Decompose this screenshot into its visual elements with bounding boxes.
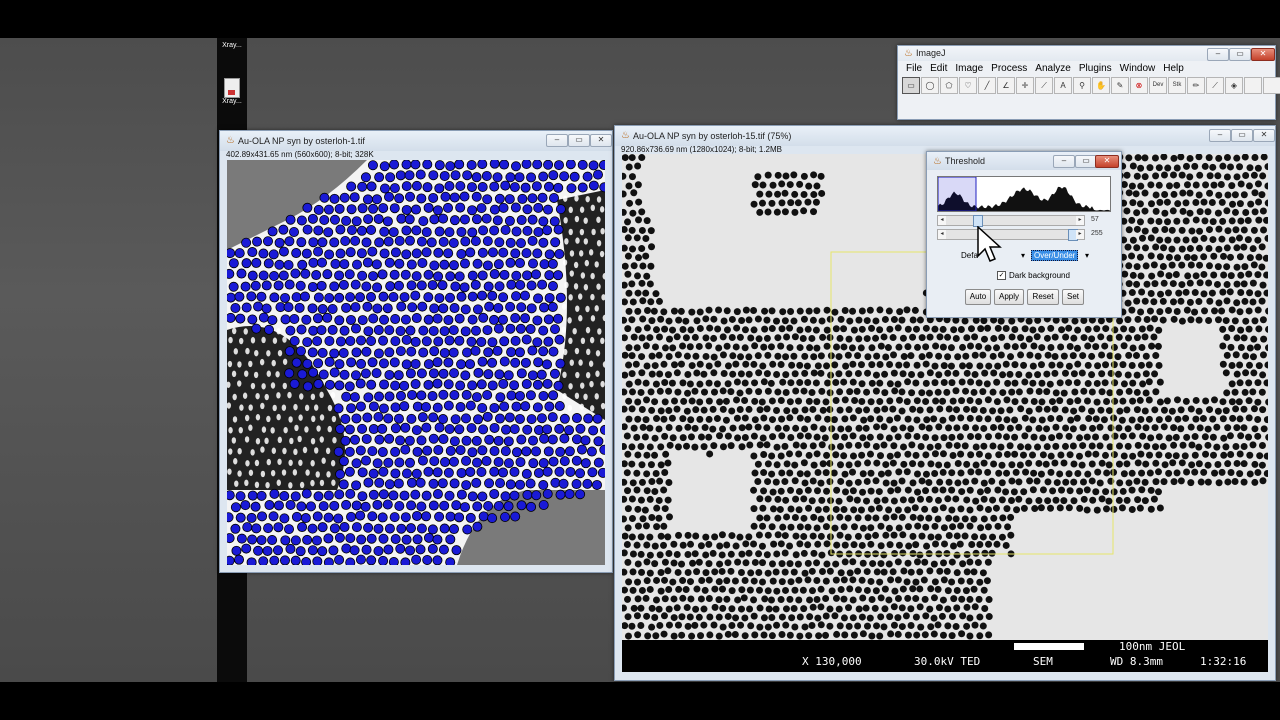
mode-text: SEM [1033, 655, 1053, 668]
flood-fill-tool-icon[interactable]: ◈ [1225, 77, 1243, 94]
close-button[interactable]: ✕ [1095, 155, 1119, 168]
brush-tool-icon[interactable]: ⟋ [1206, 77, 1224, 94]
stk-tool-icon[interactable]: Stk [1168, 77, 1186, 94]
imagej-main-window[interactable]: ♨ ImageJ – ▭ ✕ File Edit Image Process Analy… [897, 45, 1280, 120]
max-threshold-slider[interactable]: ◂ ▸ [937, 229, 1085, 241]
image-window-osterloh-1[interactable]: ♨ Au-OLA NP syn by osterloh-1.tif – ▭ ✕ … [219, 130, 613, 573]
window-title: ImageJ [916, 48, 946, 58]
menu-item-process[interactable]: Process [987, 62, 1031, 76]
min-threshold-value: 57 [1091, 216, 1099, 223]
set-button[interactable]: Set [1062, 289, 1084, 305]
hand-tool-icon[interactable]: ✋ [1092, 77, 1110, 94]
menu-item-edit[interactable]: Edit [926, 62, 951, 76]
menu-item-help[interactable]: Help [1159, 62, 1188, 76]
slider-left-arrow-icon[interactable]: ◂ [938, 230, 946, 239]
dev-tool-icon[interactable]: Dev [1149, 77, 1167, 94]
auto-button[interactable]: Auto [965, 289, 991, 305]
tool-bar: ▭◯⬠♡╱∠✛⟋A⚲✋✎⊗DevStk✏⟋◈» [902, 77, 1280, 94]
histogram-bars [937, 176, 1110, 212]
line-tool-icon[interactable]: ╱ [978, 77, 996, 94]
empty-tool-1[interactable] [1244, 77, 1262, 94]
text-tool-icon[interactable]: A [1054, 77, 1072, 94]
histogram-threshold-range [937, 176, 977, 212]
window-title: Au-OLA NP syn by osterloh-15.tif (75%) [633, 131, 792, 141]
voltage-text: 30.0kV TED [914, 655, 981, 668]
image-info: 920.86x736.69 nm (1280x1024); 8-bit; 1.2… [621, 145, 782, 154]
mouse-cursor-icon [977, 226, 1002, 262]
time-text: 1:32:16 [1200, 655, 1247, 668]
close-button[interactable]: ✕ [590, 134, 612, 147]
thresholded-image-canvas[interactable] [227, 160, 605, 565]
mode-dropdown[interactable]: Over/Under ▾ [1031, 250, 1089, 262]
window-title: Au-OLA NP syn by osterloh-1.tif [238, 136, 365, 146]
wand-tool-icon[interactable]: ⟋ [1035, 77, 1053, 94]
pencil-tool-icon[interactable]: ✏ [1187, 77, 1205, 94]
dark-background-label: Dark background [1009, 271, 1070, 280]
mode-value: Over/Under [1031, 250, 1079, 261]
dark-background-checkbox[interactable]: ✓ Dark background [997, 271, 1070, 280]
freehand-tool-icon[interactable]: ♡ [959, 77, 977, 94]
minimize-button[interactable]: – [1053, 155, 1075, 168]
thresholded-image [227, 160, 605, 565]
histogram-plot [937, 176, 1110, 212]
menu-item-plugins[interactable]: Plugins [1075, 62, 1116, 76]
dropper-tool-icon[interactable]: ✎ [1111, 77, 1129, 94]
close-button[interactable]: ✕ [1251, 48, 1275, 61]
reset-button[interactable]: Reset [1027, 289, 1059, 305]
minimize-button[interactable]: – [546, 134, 568, 147]
menu-item-image[interactable]: Image [951, 62, 987, 76]
imagej-titlebar[interactable]: ♨ ImageJ – ▭ ✕ [898, 46, 1275, 61]
slider-left-arrow-icon[interactable]: ◂ [938, 216, 946, 225]
threshold-dialog[interactable]: ♨ Threshold – ▭ ✕ ◂ ▸ 57 ◂ ▸ 255 Defa ▾ … [926, 151, 1122, 318]
menu-item-window[interactable]: Window [1116, 62, 1160, 76]
desktop-icon-xray-1[interactable]: Xray... [219, 42, 245, 70]
desktop-icon-label: Xray... [222, 42, 242, 49]
maximize-button[interactable]: ▭ [1229, 48, 1251, 61]
oval-tool-icon[interactable]: ◯ [921, 77, 939, 94]
menu-item-file[interactable]: File [902, 62, 926, 76]
slider-right-arrow-icon[interactable]: ▸ [1076, 216, 1084, 225]
apply-button[interactable]: Apply [994, 289, 1024, 305]
magnifier-tool-icon[interactable]: ⚲ [1073, 77, 1091, 94]
desktop-icon-label: Xray... [222, 98, 242, 105]
empty-tool-2[interactable] [1263, 77, 1280, 94]
java-cup-icon: ♨ [621, 130, 630, 141]
angle-tool-icon[interactable]: ∠ [997, 77, 1015, 94]
close-button[interactable]: ✕ [1253, 129, 1275, 142]
minimize-button[interactable]: – [1207, 48, 1229, 61]
magnification-text: X 130,000 [802, 655, 862, 668]
desktop-icon-xray-2[interactable]: Xray... [219, 78, 245, 106]
rectangle-tool-icon[interactable]: ▭ [902, 77, 920, 94]
pdf-file-icon [224, 78, 240, 98]
point-tool-icon[interactable]: ✛ [1016, 77, 1034, 94]
image-window-titlebar[interactable]: ♨ Au-OLA NP syn by osterloh-15.tif (75%)… [615, 126, 1275, 146]
stop-tool-icon[interactable]: ⊗ [1130, 77, 1148, 94]
chevron-down-icon: ▾ [1020, 251, 1025, 260]
working-distance-text: WD 8.3mm [1110, 655, 1163, 668]
maximize-button[interactable]: ▭ [568, 134, 590, 147]
polygon-tool-icon[interactable]: ⬠ [940, 77, 958, 94]
scale-bar [1014, 643, 1084, 650]
maximize-button[interactable]: ▭ [1231, 129, 1253, 142]
java-cup-icon: ♨ [904, 48, 913, 59]
menu-bar: File Edit Image Process Analyze Plugins Window… [902, 62, 1188, 76]
image-window-titlebar[interactable]: ♨ Au-OLA NP syn by osterloh-1.tif – ▭ ✕ [220, 131, 612, 151]
threshold-titlebar[interactable]: ♨ Threshold – ▭ ✕ [927, 152, 1121, 170]
histogram [937, 176, 1111, 212]
checkbox-checked-icon: ✓ [997, 271, 1006, 280]
menu-item-analyze[interactable]: Analyze [1031, 62, 1075, 76]
scale-bar-label: 100nm JEOL [1119, 640, 1186, 653]
slider-right-arrow-icon[interactable]: ▸ [1076, 230, 1084, 239]
chevron-down-icon: ▾ [1084, 251, 1089, 260]
java-cup-icon: ♨ [226, 135, 235, 146]
min-threshold-slider[interactable]: ◂ ▸ [937, 215, 1085, 227]
minimize-button[interactable]: – [1209, 129, 1231, 142]
sem-info-strip: 100nm JEOL X 130,000 30.0kV TED SEM WD 8… [622, 640, 1268, 672]
method-value: Defa [961, 251, 978, 260]
window-title: Threshold [945, 156, 986, 166]
java-cup-icon: ♨ [933, 156, 942, 167]
maximize-button[interactable]: ▭ [1075, 155, 1097, 168]
image-info: 402.89x431.65 nm (560x600); 8-bit; 328K [226, 150, 374, 159]
max-threshold-value: 255 [1091, 230, 1103, 237]
